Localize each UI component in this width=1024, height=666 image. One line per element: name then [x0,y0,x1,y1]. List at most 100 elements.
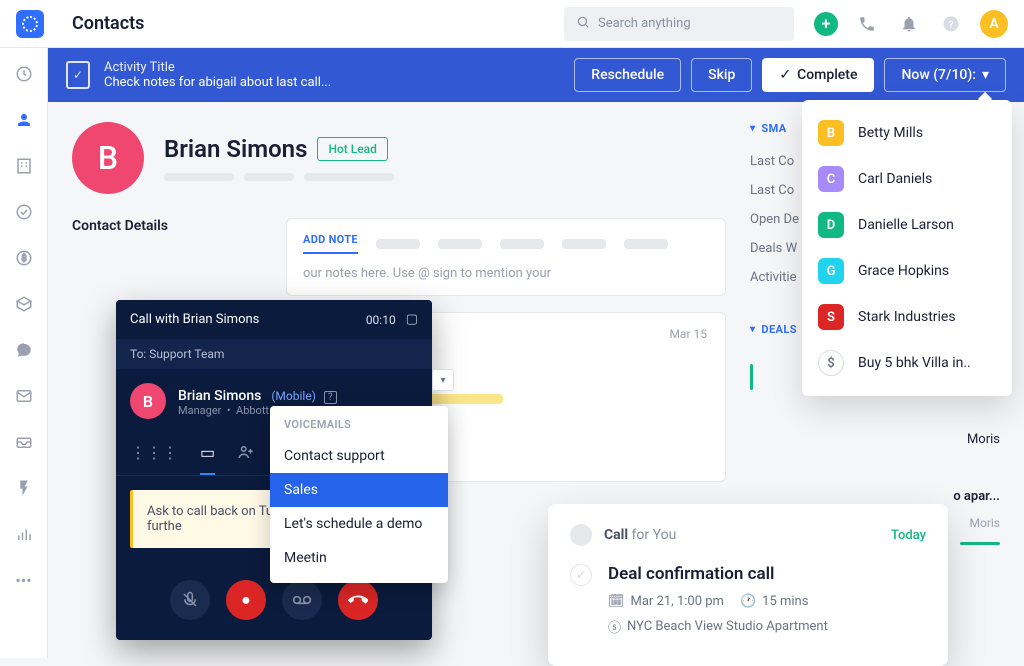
now-menu-item[interactable]: G Grace Hopkins [802,248,1012,294]
voicemail-button[interactable] [282,580,322,620]
now-menu-avatar: $ [818,350,844,376]
skeleton [164,173,234,181]
check-icon: ✓ [779,67,791,83]
svg-text:?: ? [948,17,953,30]
bell-icon[interactable] [896,11,922,37]
end-call-button[interactable] [338,580,378,620]
note-placeholder[interactable]: our notes here. Use @ sign to mention yo… [303,266,709,281]
help-icon[interactable]: ? [938,11,964,37]
sidebar-deals-icon[interactable]: $ [10,244,38,272]
task-owner-avatar [570,524,592,546]
now-menu-avatar: B [818,120,844,146]
device-tab-icon[interactable]: ▭ [200,433,215,475]
search-icon [576,15,590,33]
voicemail-menu-item[interactable]: Sales [270,473,448,507]
sidebar-dashboard-icon[interactable] [10,60,38,88]
call-widget-title: Call with Brian Simons [130,312,259,327]
contact-header: B Brian Simons Hot Lead [72,122,726,194]
now-menu-avatar: D [818,212,844,238]
deal-status-indicator [960,542,1000,545]
voicemail-dropdown-toggle[interactable]: ▾ [432,369,454,391]
now-dropdown-button[interactable]: Now (7/10): ▾ [884,58,1006,92]
now-menu-label: Grace Hopkins [858,263,949,279]
chevron-down-icon: ▾ [750,123,755,134]
skeleton [304,173,394,181]
add-user-tab-icon[interactable] [237,433,255,475]
call-channel: (Mobile) [271,389,316,403]
record-button[interactable]: ● [226,580,266,620]
now-menu-label: Buy 5 bhk Villa in.. [858,355,971,371]
task-card: Call for You Today ✓ Deal confirmation c… [548,504,948,666]
now-menu-label: Carl Daniels [858,171,932,187]
now-menu-item[interactable]: C Carl Daniels [802,156,1012,202]
voicemail-menu-item[interactable]: Let's schedule a demo [270,507,448,541]
voicemail-menu: VOICEMAILS Contact supportSalesLet's sch… [270,406,448,583]
now-menu-item[interactable]: B Betty Mills [802,110,1012,156]
now-menu-avatar: C [818,166,844,192]
search-placeholder: Search anything [598,16,691,31]
topbar-actions: + ? A [814,10,1008,38]
add-note-tab[interactable]: ADD NOTE [303,233,358,254]
call-to-field: To: Support Team [116,339,432,369]
page-title: Contacts [72,13,144,34]
skeleton [438,239,482,249]
clipboard-icon [66,61,90,89]
sidebar-contacts-icon[interactable] [10,106,38,134]
sidebar-more-icon[interactable]: ••• [10,566,38,594]
sidebar-products-icon[interactable] [10,290,38,318]
voicemail-menu-item[interactable]: Contact support [270,439,448,473]
now-menu-avatar: G [818,258,844,284]
app-logo[interactable] [16,10,44,38]
deal-row[interactable]: Moris [750,426,1000,453]
task-title: Deal confirmation call [608,564,828,584]
now-menu-label: Betty Mills [858,125,923,141]
add-button[interactable]: + [814,12,838,36]
skeleton [376,239,420,249]
sidebar-accounts-icon[interactable] [10,152,38,180]
deal-status-indicator [750,364,753,390]
contact-details-title: Contact Details [72,218,262,234]
call-timer: 00:10 [366,313,396,327]
dollar-icon: ⓢ [608,617,621,636]
now-menu-item[interactable]: DDanielle Larson [802,202,1012,248]
minimize-icon[interactable]: ▢ [406,312,418,327]
main-panel: Activity Title Check notes for abigail a… [48,48,1024,658]
now-menu-item[interactable]: $ Buy 5 bhk Villa in.. [802,340,1012,386]
task-complete-checkbox[interactable]: ✓ [570,564,592,586]
sidebar-chat-icon[interactable] [10,336,38,364]
sidebar-email-icon[interactable] [10,382,38,410]
top-bar: Contacts Search anything + ? A [0,0,1024,48]
now-menu-label: Stark Industries [858,309,956,325]
activity-bar: Activity Title Check notes for abigail a… [48,48,1024,102]
svg-text:$: $ [21,253,26,264]
mute-button[interactable] [170,580,210,620]
info-icon[interactable]: ? [324,391,337,404]
reschedule-button[interactable]: Reschedule [574,58,681,92]
dialpad-tab-icon[interactable]: ⋮⋮⋮ [130,433,178,475]
left-sidebar: $ ••• [0,48,48,658]
skeleton [244,173,294,181]
voicemail-menu-heading: VOICEMAILS [270,414,448,439]
lead-status-badge: Hot Lead [317,137,387,161]
chevron-down-icon: ▾ [982,67,989,83]
sidebar-activity-icon[interactable] [10,474,38,502]
activity-description: Check notes for abigail about last call.… [104,75,331,90]
skeleton [500,239,544,249]
voicemail-menu-item[interactable]: Meetin [270,541,448,575]
now-menu-item[interactable]: S Stark Industries [802,294,1012,340]
sidebar-inbox-icon[interactable] [10,428,38,456]
user-avatar[interactable]: A [980,10,1008,38]
search-input[interactable]: Search anything [564,7,794,41]
sidebar-tasks-icon[interactable] [10,198,38,226]
skeleton [624,239,668,249]
complete-button[interactable]: ✓ Complete [762,58,874,92]
skip-button[interactable]: Skip [691,58,752,92]
now-menu-avatar: S [818,304,844,330]
phone-icon[interactable] [854,11,880,37]
calendar-icon: 🗓 [608,594,625,609]
now-menu: B Betty Mills C Carl Daniels DDanielle Larso… [802,100,1012,396]
clock-icon: 🕐 [740,594,756,609]
contact-avatar: B [72,122,144,194]
call-contact-name: Brian Simons [178,388,261,404]
sidebar-reports-icon[interactable] [10,520,38,548]
